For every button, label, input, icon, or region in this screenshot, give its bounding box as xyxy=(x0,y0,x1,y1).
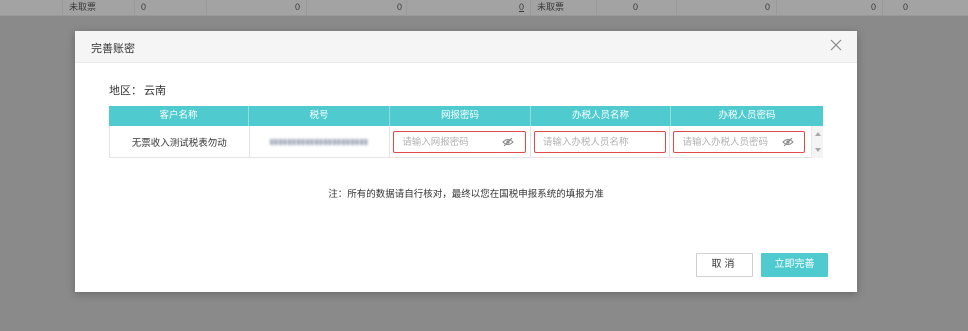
dialog-header: 完善账密 xyxy=(75,31,857,63)
tax-person-name-input[interactable] xyxy=(533,131,666,153)
tax-id-masked xyxy=(270,138,369,145)
dialog-title: 完善账密 xyxy=(91,43,135,55)
bg-cell-value: 0 xyxy=(882,0,942,16)
scroll-down-arrow-icon[interactable] xyxy=(815,148,822,152)
bg-cell-link[interactable]: 0 xyxy=(406,0,530,16)
close-icon[interactable] xyxy=(829,38,843,52)
bg-cell-value: 0 xyxy=(596,0,676,16)
column-header-tax-id: 税号 xyxy=(249,106,390,126)
table-row: 无票收入测试税表勿动 xyxy=(109,126,824,158)
bg-cell-value: 0 xyxy=(306,0,406,16)
scroll-up-arrow-icon[interactable] xyxy=(815,132,822,136)
column-header-tax-person-password: 办税人员密码 xyxy=(718,110,776,121)
bg-cell-value: 0 xyxy=(676,0,776,16)
column-header-customer-name: 客户名称 xyxy=(109,106,249,126)
region-label-text: 地区： xyxy=(109,85,142,97)
bg-cell-value: 0 xyxy=(776,0,882,16)
data-verification-note: 注：所有的数据请自行核对，最终以您在国税申报系统的填报为准 xyxy=(328,189,604,200)
eye-hidden-icon[interactable] xyxy=(782,136,795,148)
complete-credentials-dialog: 完善账密 地区： 云南 客户名称 税号 网报密码 办税人员名称 办税人员密码 无票… xyxy=(75,31,857,292)
tax-person-password-cell xyxy=(670,126,824,158)
tax-id-cell xyxy=(250,126,391,157)
bg-cell-status: 未取票 xyxy=(62,0,134,16)
bg-cell-value: 0 xyxy=(206,0,306,16)
customer-name-cell: 无票收入测试税表勿动 xyxy=(110,126,250,157)
column-header-web-password: 网报密码 xyxy=(390,106,531,126)
tax-person-name-cell xyxy=(531,126,671,157)
table-scrollbar[interactable] xyxy=(811,126,824,158)
complete-now-button[interactable]: 立即完善 xyxy=(761,253,828,277)
bg-cell-status: 未取票 xyxy=(530,0,596,16)
background-table-row: 未取票 0 0 0 0 未取票 0 0 0 0 xyxy=(0,0,968,16)
credentials-table: 客户名称 税号 网报密码 办税人员名称 办税人员密码 无票收入测试税表勿动 xyxy=(109,106,824,158)
table-header: 客户名称 税号 网报密码 办税人员名称 办税人员密码 xyxy=(109,106,823,126)
bg-cell-value: 0 xyxy=(134,0,206,16)
column-header-tax-person-name: 办税人员名称 xyxy=(531,106,671,126)
web-password-cell xyxy=(390,126,531,157)
region-value: 云南 xyxy=(144,85,166,97)
eye-hidden-icon[interactable] xyxy=(502,136,514,148)
region-label: 地区： 云南 xyxy=(109,82,168,98)
cancel-button[interactable]: 取消 xyxy=(696,253,753,277)
